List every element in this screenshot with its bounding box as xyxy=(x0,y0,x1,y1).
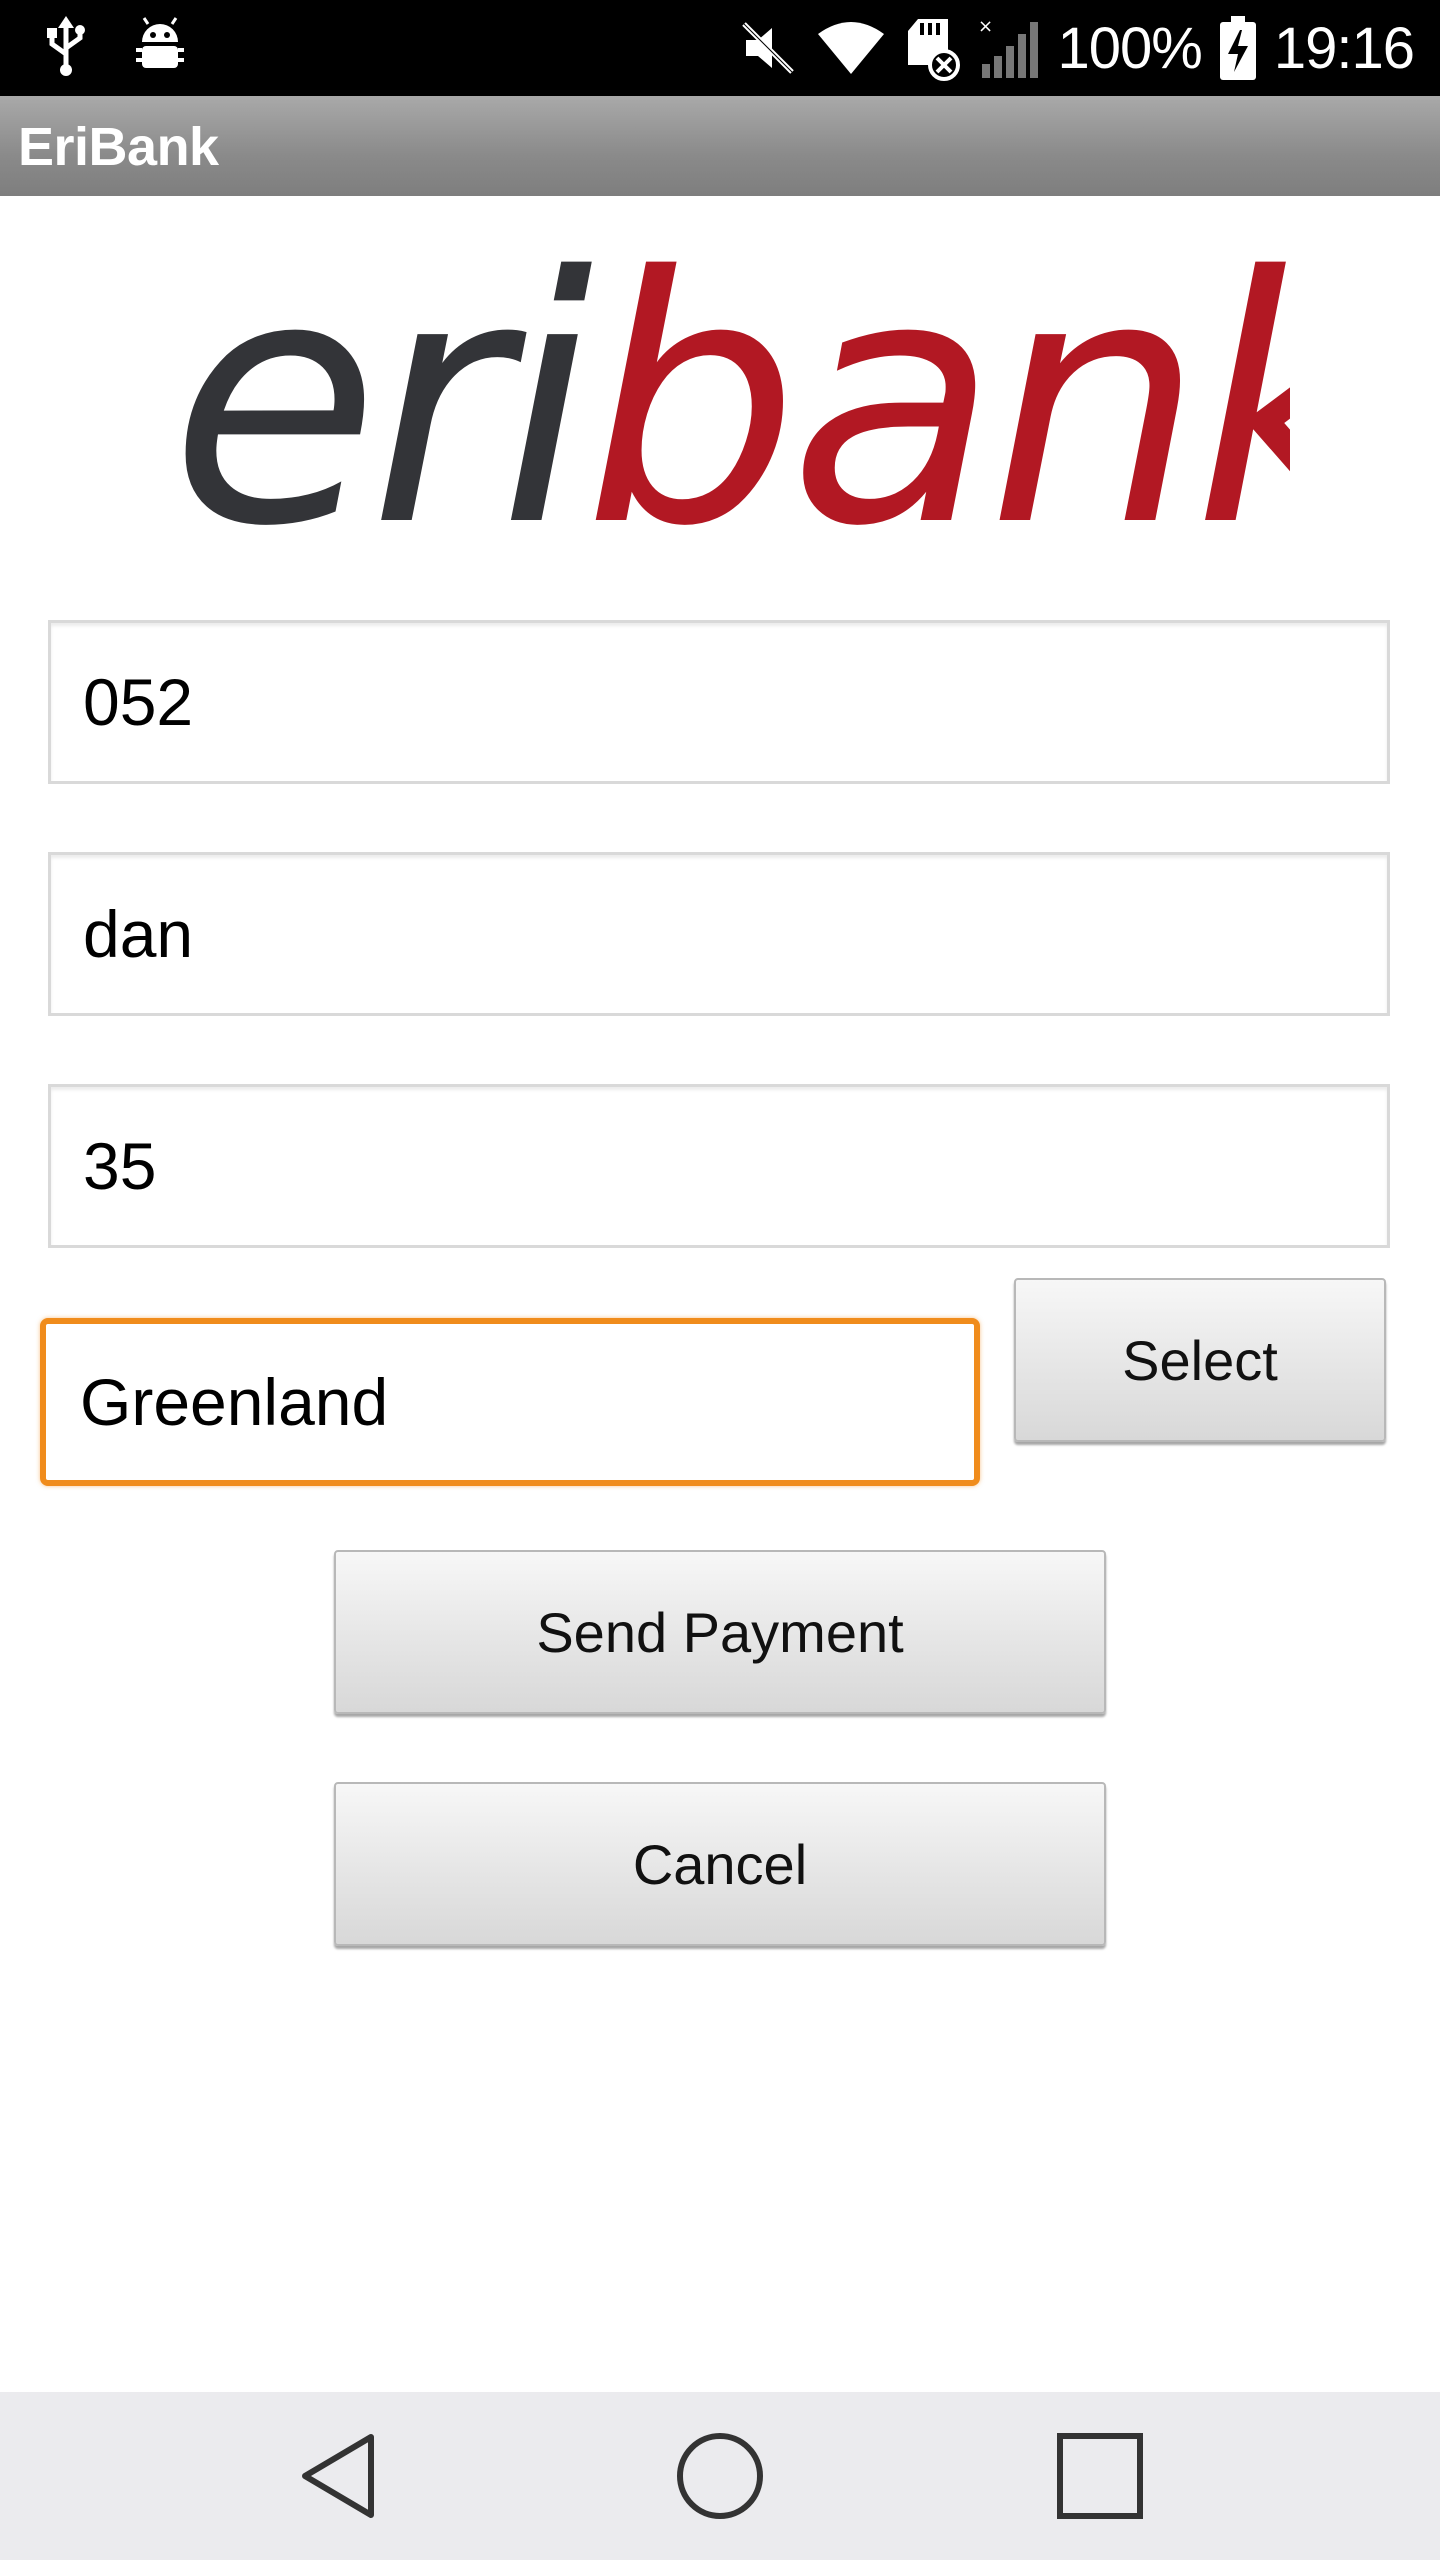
android-debug-icon xyxy=(132,16,188,76)
country-field[interactable]: Greenland xyxy=(40,1318,980,1486)
phone-field[interactable]: 052 xyxy=(48,620,1390,784)
send-payment-button[interactable]: Send Payment xyxy=(334,1550,1106,1714)
amount-value: 35 xyxy=(83,1129,157,1203)
battery-charging-icon xyxy=(1219,16,1256,80)
back-button[interactable] xyxy=(290,2426,390,2526)
name-value: dan xyxy=(83,897,194,971)
signal-icon: × xyxy=(978,16,1040,80)
wifi-icon xyxy=(816,18,886,78)
navigation-bar xyxy=(0,2392,1440,2560)
svg-text:eribank: eribank xyxy=(170,230,1290,560)
country-value: Greenland xyxy=(80,1365,389,1439)
cancel-button[interactable]: Cancel xyxy=(334,1782,1106,1946)
action-bar: EriBank xyxy=(0,96,1440,196)
svg-text:×: × xyxy=(978,16,993,37)
logo-eri: eri xyxy=(170,230,595,560)
logo-bank: bank xyxy=(583,230,1290,560)
battery-percent: 100% xyxy=(1057,15,1203,81)
app-title: EriBank xyxy=(18,117,219,177)
sd-card-icon xyxy=(904,15,960,81)
amount-field[interactable]: 35 xyxy=(48,1084,1390,1248)
clock: 19:16 xyxy=(1273,15,1415,81)
home-icon xyxy=(674,2430,766,2522)
back-icon xyxy=(295,2431,385,2521)
phone-value: 052 xyxy=(83,665,194,739)
recents-icon xyxy=(1055,2431,1145,2521)
select-button[interactable]: Select xyxy=(1014,1278,1386,1442)
mute-icon xyxy=(738,18,798,78)
status-bar: × 100% 19:16 xyxy=(0,0,1440,96)
usb-icon xyxy=(44,16,88,76)
recents-button[interactable] xyxy=(1050,2426,1150,2526)
name-field[interactable]: dan xyxy=(48,852,1390,1016)
home-button[interactable] xyxy=(670,2426,770,2526)
eribank-logo: eribank xyxy=(170,205,1416,601)
